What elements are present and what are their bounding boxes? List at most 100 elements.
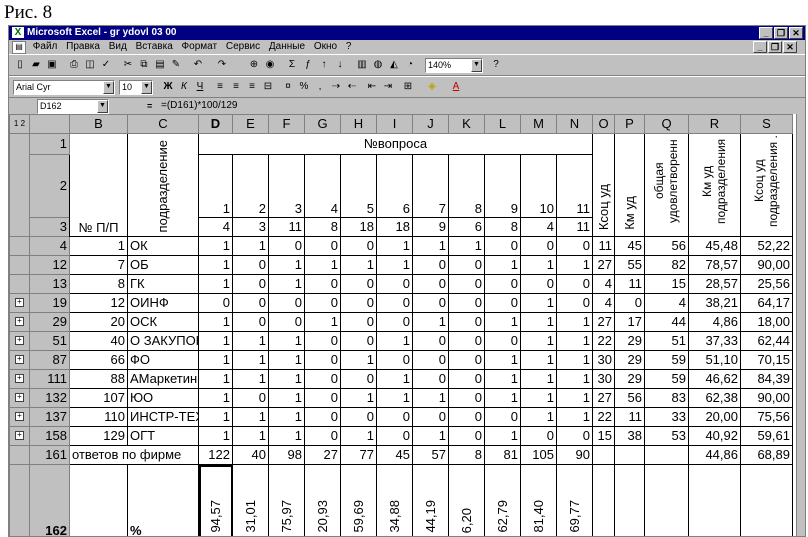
column-header[interactable]: Q bbox=[644, 114, 689, 134]
metric-cell-q[interactable]: 59 bbox=[644, 350, 689, 370]
answer-cell[interactable]: 0 bbox=[520, 236, 557, 256]
metric-cell-s[interactable]: 18,00 bbox=[740, 312, 793, 332]
answer-cell[interactable]: 1 bbox=[520, 331, 557, 351]
metric-cell-r[interactable]: 62,38 bbox=[688, 388, 741, 408]
metric-cell-o[interactable]: 30 bbox=[592, 350, 615, 370]
answer-cell[interactable]: 0 bbox=[412, 369, 449, 389]
answer-cell[interactable]: 1 bbox=[520, 407, 557, 427]
empty-cell[interactable] bbox=[69, 464, 128, 536]
restore-button[interactable]: ❐ bbox=[774, 27, 788, 39]
row-number-cell[interactable]: 107 bbox=[69, 388, 128, 408]
column-header[interactable]: J bbox=[412, 114, 449, 134]
answer-cell[interactable]: 1 bbox=[556, 331, 593, 351]
answer-cell[interactable]: 1 bbox=[376, 236, 413, 256]
align-left-icon[interactable]: ≡ bbox=[213, 80, 227, 94]
answer-cell[interactable]: 0 bbox=[304, 388, 341, 408]
answer-cell[interactable]: 1 bbox=[376, 331, 413, 351]
percent-label[interactable]: % bbox=[127, 464, 199, 536]
answer-cell[interactable]: 0 bbox=[412, 293, 449, 313]
answer-cell[interactable]: 0 bbox=[376, 293, 413, 313]
answer-cell[interactable]: 0 bbox=[304, 293, 341, 313]
question-number-cell[interactable]: 8 bbox=[448, 154, 485, 218]
chevron-down-icon[interactable]: ▼ bbox=[97, 100, 108, 113]
answer-cell[interactable]: 1 bbox=[198, 350, 233, 370]
comma-style-icon[interactable]: , bbox=[313, 80, 327, 94]
department-cell[interactable]: АМаркетинг bbox=[127, 369, 199, 389]
expand-group-icon[interactable]: + bbox=[15, 374, 24, 384]
question-number-cell[interactable]: 9 bbox=[484, 154, 521, 218]
question-count-cell[interactable]: 8 bbox=[484, 217, 521, 237]
metric-cell-r[interactable]: 51,10 bbox=[688, 350, 741, 370]
percent-cell[interactable]: 31,01 bbox=[232, 464, 269, 536]
answer-cell[interactable]: 0 bbox=[448, 293, 485, 313]
answer-cell[interactable]: 0 bbox=[448, 388, 485, 408]
col-p-header[interactable]: Км уд bbox=[614, 133, 645, 237]
increase-indent-icon[interactable]: ⇥ bbox=[381, 80, 395, 94]
answer-cell[interactable]: 0 bbox=[412, 255, 449, 275]
zoom-select[interactable]: 140% ▼ bbox=[425, 58, 483, 73]
answer-cell[interactable]: 0 bbox=[484, 407, 521, 427]
metric-cell-r[interactable]: 45,48 bbox=[688, 236, 741, 256]
metric-cell-p[interactable]: 55 bbox=[614, 255, 645, 275]
percent-cell[interactable]: 6,20 bbox=[448, 464, 485, 536]
metric-cell-p[interactable]: 29 bbox=[614, 369, 645, 389]
answer-cell[interactable]: 0 bbox=[448, 312, 485, 332]
column-header[interactable]: H bbox=[340, 114, 377, 134]
autosum-icon[interactable]: Σ bbox=[285, 58, 299, 72]
answer-cell[interactable]: 1 bbox=[268, 407, 305, 427]
answer-cell[interactable]: 0 bbox=[484, 293, 521, 313]
metric-cell-p[interactable]: 38 bbox=[614, 426, 645, 446]
map-icon[interactable]: ◍ bbox=[371, 58, 385, 72]
metric-cell-o[interactable]: 15 bbox=[592, 426, 615, 446]
row-header[interactable]: 2 bbox=[29, 154, 70, 218]
column-header[interactable]: S bbox=[740, 114, 793, 134]
total-cell[interactable]: 8 bbox=[448, 445, 485, 465]
empty-cell[interactable] bbox=[614, 445, 645, 465]
row-header[interactable]: 4 bbox=[29, 236, 70, 256]
question-number-cell[interactable]: 1 bbox=[198, 154, 233, 218]
question-count-cell[interactable]: 9 bbox=[412, 217, 449, 237]
merge-center-icon[interactable]: ⊟ bbox=[261, 80, 275, 94]
name-box[interactable]: D162 ▼ bbox=[37, 99, 109, 114]
question-number-cell[interactable]: 7 bbox=[412, 154, 449, 218]
expand-group-icon[interactable]: + bbox=[15, 393, 24, 403]
answer-cell[interactable]: 0 bbox=[448, 255, 485, 275]
answer-cell[interactable]: 1 bbox=[484, 312, 521, 332]
row-header[interactable]: 87 bbox=[29, 350, 70, 370]
answer-cell[interactable]: 1 bbox=[232, 369, 269, 389]
question-number-cell[interactable]: 4 bbox=[304, 154, 341, 218]
empty-cell[interactable] bbox=[614, 464, 645, 536]
menu-view[interactable]: Вид bbox=[109, 41, 127, 52]
answer-cell[interactable]: 0 bbox=[232, 312, 269, 332]
total-cell[interactable]: 40 bbox=[232, 445, 269, 465]
column-header[interactable]: F bbox=[268, 114, 305, 134]
answer-cell[interactable]: 1 bbox=[198, 369, 233, 389]
outline-level-buttons[interactable]: 1 2 bbox=[9, 114, 30, 134]
open-icon[interactable]: ▰ bbox=[29, 58, 43, 72]
row-number-cell[interactable]: 110 bbox=[69, 407, 128, 427]
answer-cell[interactable]: 1 bbox=[484, 350, 521, 370]
row-header[interactable]: 158 bbox=[29, 426, 70, 446]
metric-cell-o[interactable]: 27 bbox=[592, 388, 615, 408]
metric-cell-o[interactable]: 30 bbox=[592, 369, 615, 389]
column-header[interactable]: M bbox=[520, 114, 557, 134]
col-s-header[interactable]: Ксоц уд подразделения . bbox=[740, 133, 793, 237]
answer-cell[interactable]: 0 bbox=[340, 369, 377, 389]
office-assistant-icon[interactable]: ◔ bbox=[403, 58, 417, 72]
question-number-cell[interactable]: 11 bbox=[556, 154, 593, 218]
column-header[interactable]: N bbox=[556, 114, 593, 134]
col-r-header[interactable]: Км уд подразделения bbox=[688, 133, 741, 237]
document-icon[interactable]: ▤ bbox=[12, 41, 26, 54]
answer-cell[interactable]: 1 bbox=[376, 255, 413, 275]
answer-cell[interactable]: 0 bbox=[484, 331, 521, 351]
answer-cell[interactable]: 0 bbox=[340, 312, 377, 332]
empty-cell[interactable] bbox=[644, 445, 689, 465]
answer-cell[interactable]: 1 bbox=[556, 369, 593, 389]
metric-cell-s[interactable]: 64,17 bbox=[740, 293, 793, 313]
answer-cell[interactable]: 0 bbox=[484, 274, 521, 294]
answer-cell[interactable]: 1 bbox=[268, 331, 305, 351]
question-number-cell[interactable]: 10 bbox=[520, 154, 557, 218]
column-header[interactable]: K bbox=[448, 114, 485, 134]
question-number-cell[interactable]: 2 bbox=[232, 154, 269, 218]
bold-icon[interactable]: Ж bbox=[161, 80, 175, 94]
